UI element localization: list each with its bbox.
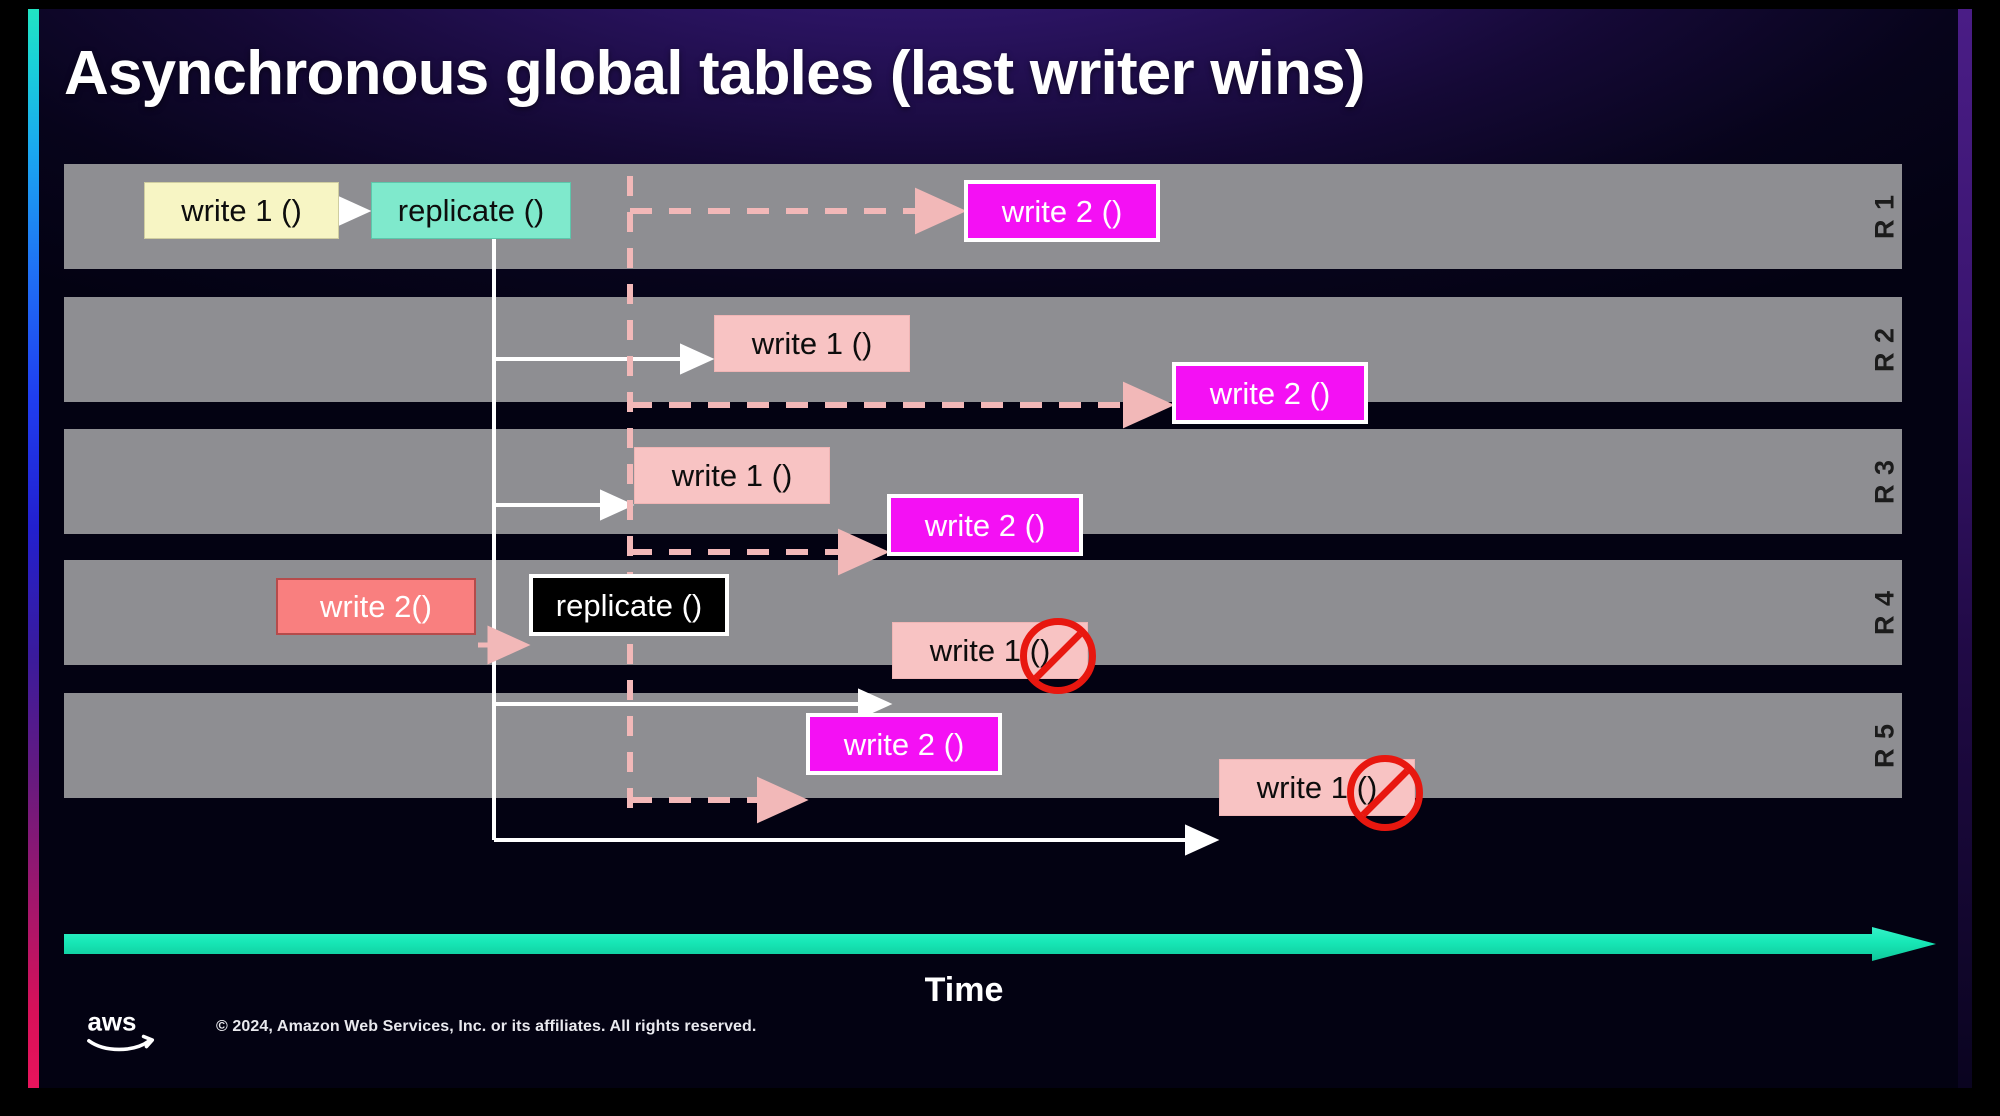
row-label: R 4 [1869,589,1900,636]
letterbox-top [0,0,2000,9]
node-r3-write2: write 2 () [887,494,1083,556]
replication-row: R 2 [64,297,1902,402]
copyright-text: © 2024, Amazon Web Services, Inc. or its… [216,1018,757,1035]
node-r1-write1: write 1 () [144,182,339,239]
node-r1-replicate: replicate () [371,182,571,239]
left-accent-gradient-bar [28,9,39,1088]
node-r2-write1: write 1 () [714,315,910,372]
letterbox-bottom [0,1088,2000,1116]
row-label: R 3 [1869,458,1900,505]
svg-text:aws: aws [87,1009,136,1037]
replication-timeline-diagram: R 1 R 2 R 3 R 4 R 5 write 1 () replicate () … [64,164,1936,914]
node-r5-write2: write 2 () [806,713,1002,775]
aws-logo-icon: aws [87,1009,155,1052]
node-r3-write1: write 1 () [634,447,830,504]
node-r2-write2: write 2 () [1172,362,1368,424]
slide-footer: aws © 2024, Amazon Web Services, Inc. or… [64,1002,1864,1062]
page-title: Asynchronous global tables (last writer … [64,39,1366,108]
row-label: R 5 [1869,722,1900,769]
no-entry-icon [1347,754,1423,831]
node-r4-replicate: replicate () [529,574,729,636]
row-label: R 1 [1869,193,1900,240]
node-r1-write2: write 2 () [964,180,1160,242]
slide-canvas: Asynchronous global tables (last writer … [28,9,1972,1088]
no-entry-icon [1020,617,1096,694]
node-r4-write2: write 2() [276,578,476,635]
row-label: R 2 [1869,326,1900,373]
time-axis-arrow [64,927,1936,961]
slide-root: Asynchronous global tables (last writer … [0,0,2000,1116]
